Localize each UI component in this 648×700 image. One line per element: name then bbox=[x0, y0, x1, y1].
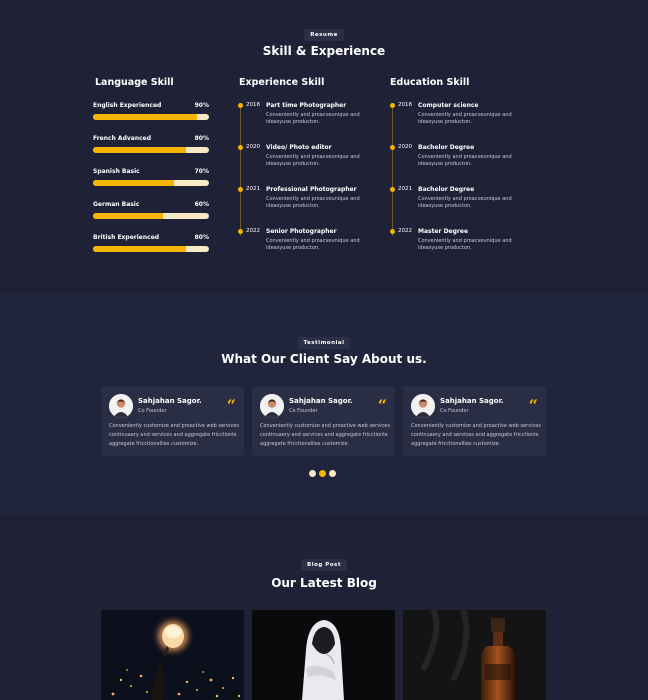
timeline-title: Bachelor Degree bbox=[418, 144, 475, 151]
language-skill-item: English Experienced 90% bbox=[93, 102, 209, 120]
client-role: Co Founder bbox=[138, 408, 167, 414]
client-name: Sahjahan Sagor. bbox=[138, 397, 202, 405]
skill-bar bbox=[93, 213, 209, 219]
quote-icon: “ bbox=[528, 396, 538, 415]
avatar bbox=[109, 394, 133, 418]
skill-label: French Advanced bbox=[93, 135, 152, 142]
resume-tag: Resume bbox=[304, 29, 344, 41]
skill-bar bbox=[93, 147, 209, 153]
client-name: Sahjahan Sagor. bbox=[289, 397, 353, 405]
timeline-title: Part time Photographer bbox=[266, 102, 347, 109]
avatar bbox=[411, 394, 435, 418]
timeline-year: 2021 bbox=[246, 186, 260, 192]
quote-icon: “ bbox=[226, 396, 236, 415]
timeline-title: Video/ Photo editor bbox=[266, 144, 332, 151]
timeline-year: 2022 bbox=[398, 228, 412, 234]
blog-image-sky-lantern[interactable] bbox=[101, 610, 244, 700]
skill-percent: 70% bbox=[194, 168, 209, 175]
timeline-desc: Conveniently and proacveunique and ideas… bbox=[266, 154, 360, 167]
timeline-title: Professional Photographer bbox=[266, 186, 357, 193]
skill-percent: 60% bbox=[194, 201, 209, 208]
avatar bbox=[260, 394, 284, 418]
client-role: Co Founder bbox=[440, 408, 469, 414]
education-skill-title: Education Skill bbox=[390, 77, 470, 88]
resume-heading: Skill & Experience bbox=[262, 44, 386, 58]
timeline-dot bbox=[390, 187, 395, 192]
skill-percent: 80% bbox=[194, 234, 209, 241]
timeline-title: Master Degree bbox=[418, 228, 469, 235]
testimonial-section: Testimonial What Our Client Say About us… bbox=[0, 292, 648, 516]
timeline-title: Computer science bbox=[418, 102, 479, 109]
timeline-desc: Conveniently and proacveunique and ideas… bbox=[266, 238, 360, 251]
skill-bar bbox=[93, 180, 209, 186]
language-skill-item: Spanish Basic 70% bbox=[93, 168, 209, 186]
blog-section: Blog Post Our Latest Blog bbox=[0, 516, 648, 700]
skill-percent: 90% bbox=[194, 102, 209, 109]
skill-bar-fill bbox=[93, 114, 198, 120]
testimonial-text: Conveniently customize and proactive web… bbox=[260, 423, 390, 447]
skill-percent: 80% bbox=[194, 135, 209, 142]
language-skill-item: British Experienced 80% bbox=[93, 234, 209, 252]
testimonial-card: Sahjahan Sagor. Co Founder “ Convenientl… bbox=[252, 386, 395, 456]
experience-timeline: 2018 Part time Photographer Conveniently… bbox=[238, 102, 368, 251]
timeline-dot bbox=[238, 145, 243, 150]
client-name: Sahjahan Sagor. bbox=[440, 397, 504, 405]
timeline-line bbox=[240, 106, 241, 236]
timeline-desc: Conveniently and proacveunique and ideas… bbox=[418, 154, 512, 167]
timeline-year: 2020 bbox=[398, 144, 412, 150]
skill-bar-fill bbox=[93, 246, 186, 252]
testimonial-card: Sahjahan Sagor. Co Founder “ Convenientl… bbox=[101, 386, 244, 456]
timeline-year: 2022 bbox=[246, 228, 260, 234]
blog-tag: Blog Post bbox=[301, 559, 347, 571]
blog-image-whiskey-bottle[interactable] bbox=[403, 610, 546, 700]
timeline-title: Bachelor Degree bbox=[418, 186, 475, 193]
timeline-desc: Conveniently and proacveunique and ideas… bbox=[418, 238, 512, 251]
pagination-dot[interactable] bbox=[329, 470, 336, 477]
pagination-dot[interactable] bbox=[309, 470, 316, 477]
timeline-dot bbox=[238, 187, 243, 192]
timeline-desc: Conveniently and proacveunique and ideas… bbox=[266, 112, 360, 125]
timeline-desc: Conveniently and proacveunique and ideas… bbox=[266, 196, 360, 209]
skill-label: English Experienced bbox=[93, 102, 162, 109]
timeline-year: 2018 bbox=[246, 102, 260, 108]
timeline-dot bbox=[238, 229, 243, 234]
quote-icon: “ bbox=[377, 396, 387, 415]
timeline-desc: Conveniently and proacveunique and ideas… bbox=[418, 196, 512, 209]
skill-label: British Experienced bbox=[93, 234, 160, 241]
skill-label: German Basic bbox=[93, 201, 140, 208]
blog-heading: Our Latest Blog bbox=[271, 576, 377, 590]
skill-bar-fill bbox=[93, 147, 186, 153]
timeline-dot bbox=[390, 145, 395, 150]
pagination-dot-active[interactable] bbox=[319, 470, 326, 477]
testimonial-tag: Testimonial bbox=[297, 337, 351, 349]
testimonial-card: Sahjahan Sagor. Co Founder “ Convenientl… bbox=[403, 386, 546, 456]
testimonial-text: Conveniently customize and proactive web… bbox=[109, 423, 239, 447]
skill-bar-fill bbox=[93, 213, 163, 219]
testimonial-heading: What Our Client Say About us. bbox=[221, 352, 427, 366]
timeline-dot bbox=[390, 229, 395, 234]
timeline-dot bbox=[238, 103, 243, 108]
carousel-pagination bbox=[309, 470, 336, 477]
timeline-year: 2020 bbox=[246, 144, 260, 150]
timeline-year: 2021 bbox=[398, 186, 412, 192]
timeline-desc: Conveniently and proacveunique and ideas… bbox=[418, 112, 512, 125]
skill-bar bbox=[93, 114, 209, 120]
skill-bar-fill bbox=[93, 180, 175, 186]
resume-section: Resume Skill & Experience Language Skill… bbox=[0, 0, 648, 292]
client-role: Co Founder bbox=[289, 408, 318, 414]
skill-label: Spanish Basic bbox=[93, 168, 140, 175]
blog-image-hooded-figure[interactable] bbox=[252, 610, 395, 700]
language-skill-item: French Advanced 80% bbox=[93, 135, 209, 153]
testimonial-text: Conveniently customize and proactive web… bbox=[411, 423, 541, 447]
education-timeline: 2018 Computer science Conveniently and p… bbox=[390, 102, 520, 251]
timeline-line bbox=[392, 106, 393, 236]
experience-skill-title: Experience Skill bbox=[239, 77, 325, 88]
timeline-title: Senior Photographer bbox=[266, 228, 337, 235]
timeline-year: 2018 bbox=[398, 102, 412, 108]
skill-bar bbox=[93, 246, 209, 252]
language-skill-item: German Basic 60% bbox=[93, 201, 209, 219]
language-skill-title: Language Skill bbox=[95, 77, 174, 88]
timeline-dot bbox=[390, 103, 395, 108]
